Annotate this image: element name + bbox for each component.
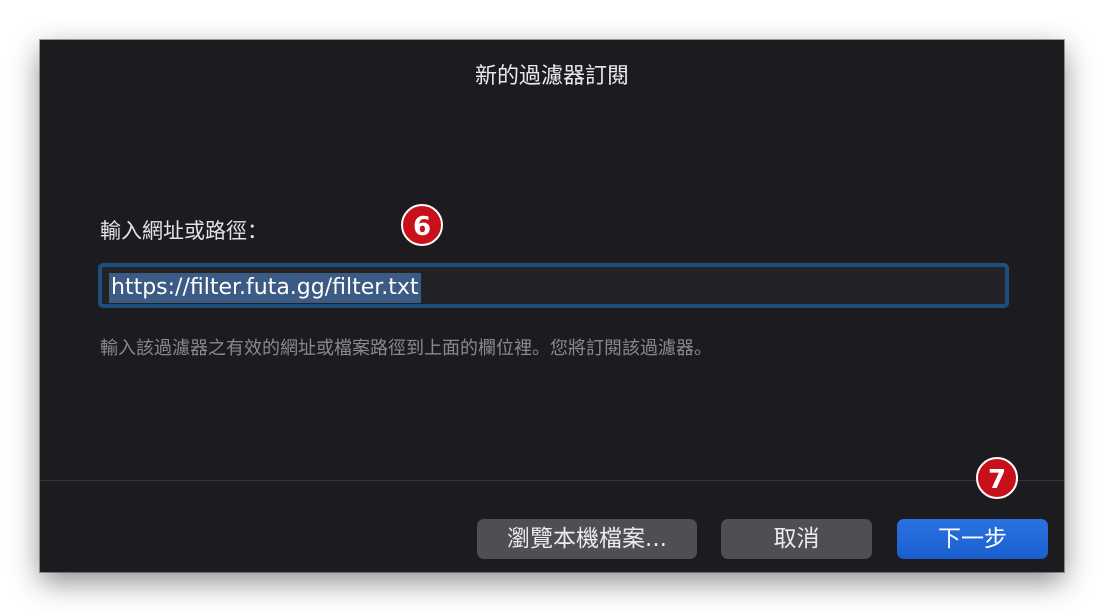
url-field-focus-ring: https://filter.futa.gg/filter.txt bbox=[98, 263, 1009, 308]
browse-local-files-button[interactable]: 瀏覽本機檔案... bbox=[477, 519, 697, 559]
url-input[interactable] bbox=[105, 270, 1002, 301]
next-button[interactable]: 下一步 bbox=[897, 519, 1048, 559]
footer-divider bbox=[40, 480, 1064, 481]
new-filter-subscription-dialog: 新的過濾器訂閱 輸入網址或路徑： https://filter.futa.gg/… bbox=[40, 40, 1064, 572]
cancel-button[interactable]: 取消 bbox=[721, 519, 872, 559]
url-prompt-label: 輸入網址或路徑： bbox=[100, 219, 268, 243]
dialog-title: 新的過濾器訂閱 bbox=[474, 64, 629, 89]
step-6-marker: 6 bbox=[401, 204, 443, 246]
step-7-marker: 7 bbox=[976, 457, 1018, 499]
url-hint-text: 輸入該過濾器之有效的網址或檔案路徑到上面的欄位裡。您將訂閱該過濾器。 bbox=[100, 338, 712, 359]
